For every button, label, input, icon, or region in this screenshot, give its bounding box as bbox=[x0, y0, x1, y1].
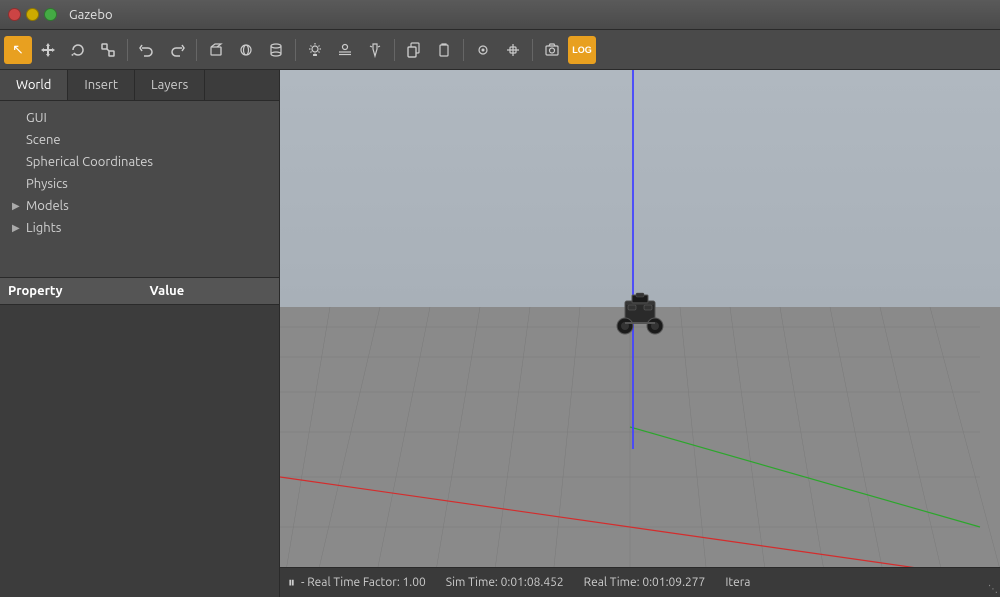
point-light-button[interactable] bbox=[301, 36, 329, 64]
sphere-button[interactable] bbox=[232, 36, 260, 64]
directional-light-button[interactable] bbox=[331, 36, 359, 64]
tree-item-models-label: Models bbox=[26, 199, 69, 213]
iter-label: Itera bbox=[725, 576, 750, 589]
sim-time-label: Sim Time: bbox=[446, 576, 498, 589]
cylinder-button[interactable] bbox=[262, 36, 290, 64]
separator-4 bbox=[394, 39, 395, 61]
robot bbox=[610, 291, 670, 341]
spot-light-button[interactable] bbox=[361, 36, 389, 64]
arrow-models: ▶ bbox=[12, 200, 22, 212]
separator-3 bbox=[295, 39, 296, 61]
arrow-lights: ▶ bbox=[12, 222, 22, 234]
minimize-button[interactable] bbox=[26, 8, 39, 21]
content-area: World Insert Layers GUI Scene Spherical … bbox=[0, 70, 1000, 597]
tab-bar: World Insert Layers bbox=[0, 70, 279, 101]
title-bar: Gazebo bbox=[0, 0, 1000, 30]
tree-item-scene-label: Scene bbox=[26, 133, 61, 147]
tree-item-lights[interactable]: ▶ Lights bbox=[0, 217, 279, 239]
sidebar: World Insert Layers GUI Scene Spherical … bbox=[0, 70, 280, 597]
scale-tool-button[interactable] bbox=[94, 36, 122, 64]
pause-button[interactable]: ⏸ bbox=[288, 574, 295, 591]
robot-svg bbox=[610, 291, 670, 346]
tree-item-physics[interactable]: Physics bbox=[0, 173, 279, 195]
tree-item-physics-label: Physics bbox=[26, 177, 68, 191]
copy-button[interactable] bbox=[400, 36, 428, 64]
resize-handle-corner[interactable]: ⋱ bbox=[988, 583, 998, 595]
sky bbox=[280, 70, 1000, 307]
maximize-button[interactable] bbox=[44, 8, 57, 21]
separator-5 bbox=[463, 39, 464, 61]
undo-button[interactable] bbox=[133, 36, 161, 64]
align-button[interactable] bbox=[469, 36, 497, 64]
tree-item-gui[interactable]: GUI bbox=[0, 107, 279, 129]
tab-layers[interactable]: Layers bbox=[135, 70, 205, 100]
main-layout: ↖ bbox=[0, 30, 1000, 597]
box-button[interactable] bbox=[202, 36, 230, 64]
real-time-label: Real Time: bbox=[584, 576, 640, 589]
sim-time-value: 0:01:08.452 bbox=[501, 576, 564, 589]
paste-button[interactable] bbox=[430, 36, 458, 64]
tree-item-scene[interactable]: Scene bbox=[0, 129, 279, 151]
close-button[interactable] bbox=[8, 8, 21, 21]
tree-item-models[interactable]: ▶ Models bbox=[0, 195, 279, 217]
separator-6 bbox=[532, 39, 533, 61]
tree-item-spherical-label: Spherical Coordinates bbox=[26, 155, 153, 169]
status-text: - Real Time Factor: bbox=[301, 576, 400, 589]
real-time-factor-value: 1.00 bbox=[403, 576, 426, 589]
rotate-tool-button[interactable] bbox=[64, 36, 92, 64]
redo-button[interactable] bbox=[163, 36, 191, 64]
tree-item-spherical-coords[interactable]: Spherical Coordinates bbox=[0, 151, 279, 173]
separator-1 bbox=[127, 39, 128, 61]
separator-2 bbox=[196, 39, 197, 61]
property-col-label: Property bbox=[8, 284, 130, 298]
tab-world[interactable]: World bbox=[0, 70, 68, 100]
snap-button[interactable] bbox=[499, 36, 527, 64]
select-tool-button[interactable]: ↖ bbox=[4, 36, 32, 64]
value-col-label: Value bbox=[130, 284, 272, 298]
viewport[interactable]: ⏸ - Real Time Factor: 1.00 Sim Time: 0:0… bbox=[280, 70, 1000, 597]
property-header: Property Value bbox=[0, 278, 279, 305]
real-time-value: 0:01:09.277 bbox=[642, 576, 705, 589]
screenshot-button[interactable] bbox=[538, 36, 566, 64]
tree-item-gui-label: GUI bbox=[26, 111, 47, 125]
tree-item-lights-label: Lights bbox=[26, 221, 61, 235]
property-panel: Property Value ⋮ bbox=[0, 277, 279, 597]
statusbar: ⏸ - Real Time Factor: 1.00 Sim Time: 0:0… bbox=[280, 567, 1000, 597]
window-controls bbox=[8, 8, 57, 21]
translate-tool-button[interactable] bbox=[34, 36, 62, 64]
toolbar: ↖ bbox=[0, 30, 1000, 70]
tab-insert[interactable]: Insert bbox=[68, 70, 135, 100]
app-title: Gazebo bbox=[69, 8, 113, 22]
tree-panel: GUI Scene Spherical Coordinates Physics … bbox=[0, 101, 279, 277]
axis-line-blue bbox=[632, 70, 634, 449]
log-button[interactable]: LOG bbox=[568, 36, 596, 64]
